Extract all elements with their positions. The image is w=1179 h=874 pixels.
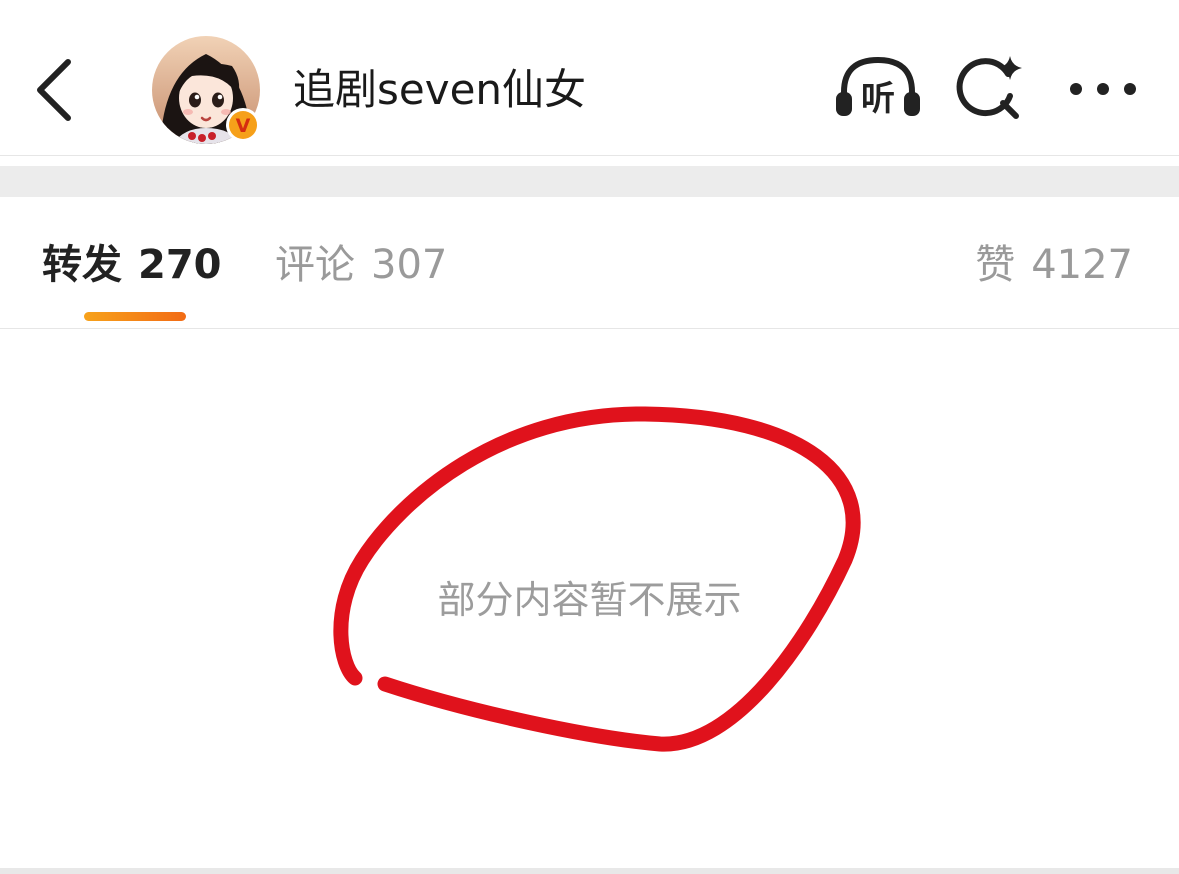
avatar-image: V xyxy=(152,36,260,144)
tab-like[interactable]: 赞 4127 xyxy=(975,238,1133,292)
tab-comment-label: 评论 xyxy=(275,242,355,288)
tab-like-label: 赞 xyxy=(975,242,1016,288)
tab-comment[interactable]: 评论 307 xyxy=(275,238,447,292)
tab-repost-label: 转发 xyxy=(42,242,122,288)
listen-headphones-icon: 听 xyxy=(836,56,920,119)
more-button[interactable] xyxy=(1062,62,1144,116)
tab-comment-count: 307 xyxy=(371,242,448,288)
header-divider xyxy=(0,155,1179,156)
tab-like-count: 4127 xyxy=(1031,242,1133,288)
bottom-edge xyxy=(0,868,1179,874)
username-title[interactable]: 追剧seven仙女 xyxy=(293,62,586,118)
svg-text:听: 听 xyxy=(861,79,895,119)
svg-text:V: V xyxy=(236,115,251,137)
search-sparkle-icon xyxy=(956,56,1022,119)
active-tab-indicator xyxy=(84,312,186,321)
user-avatar[interactable]: V xyxy=(152,36,262,146)
more-dots-icon xyxy=(1070,83,1136,95)
back-button[interactable] xyxy=(22,50,86,130)
search-button[interactable] xyxy=(952,52,1028,126)
section-gap xyxy=(0,166,1179,197)
back-chevron-icon xyxy=(37,59,71,121)
tab-repost[interactable]: 转发 270 xyxy=(42,238,222,292)
listen-button[interactable]: 听 xyxy=(832,52,924,126)
hidden-content-notice: 部分内容暂不展示 xyxy=(437,578,742,622)
tab-repost-count: 270 xyxy=(138,242,222,288)
tabs-divider xyxy=(0,328,1179,329)
